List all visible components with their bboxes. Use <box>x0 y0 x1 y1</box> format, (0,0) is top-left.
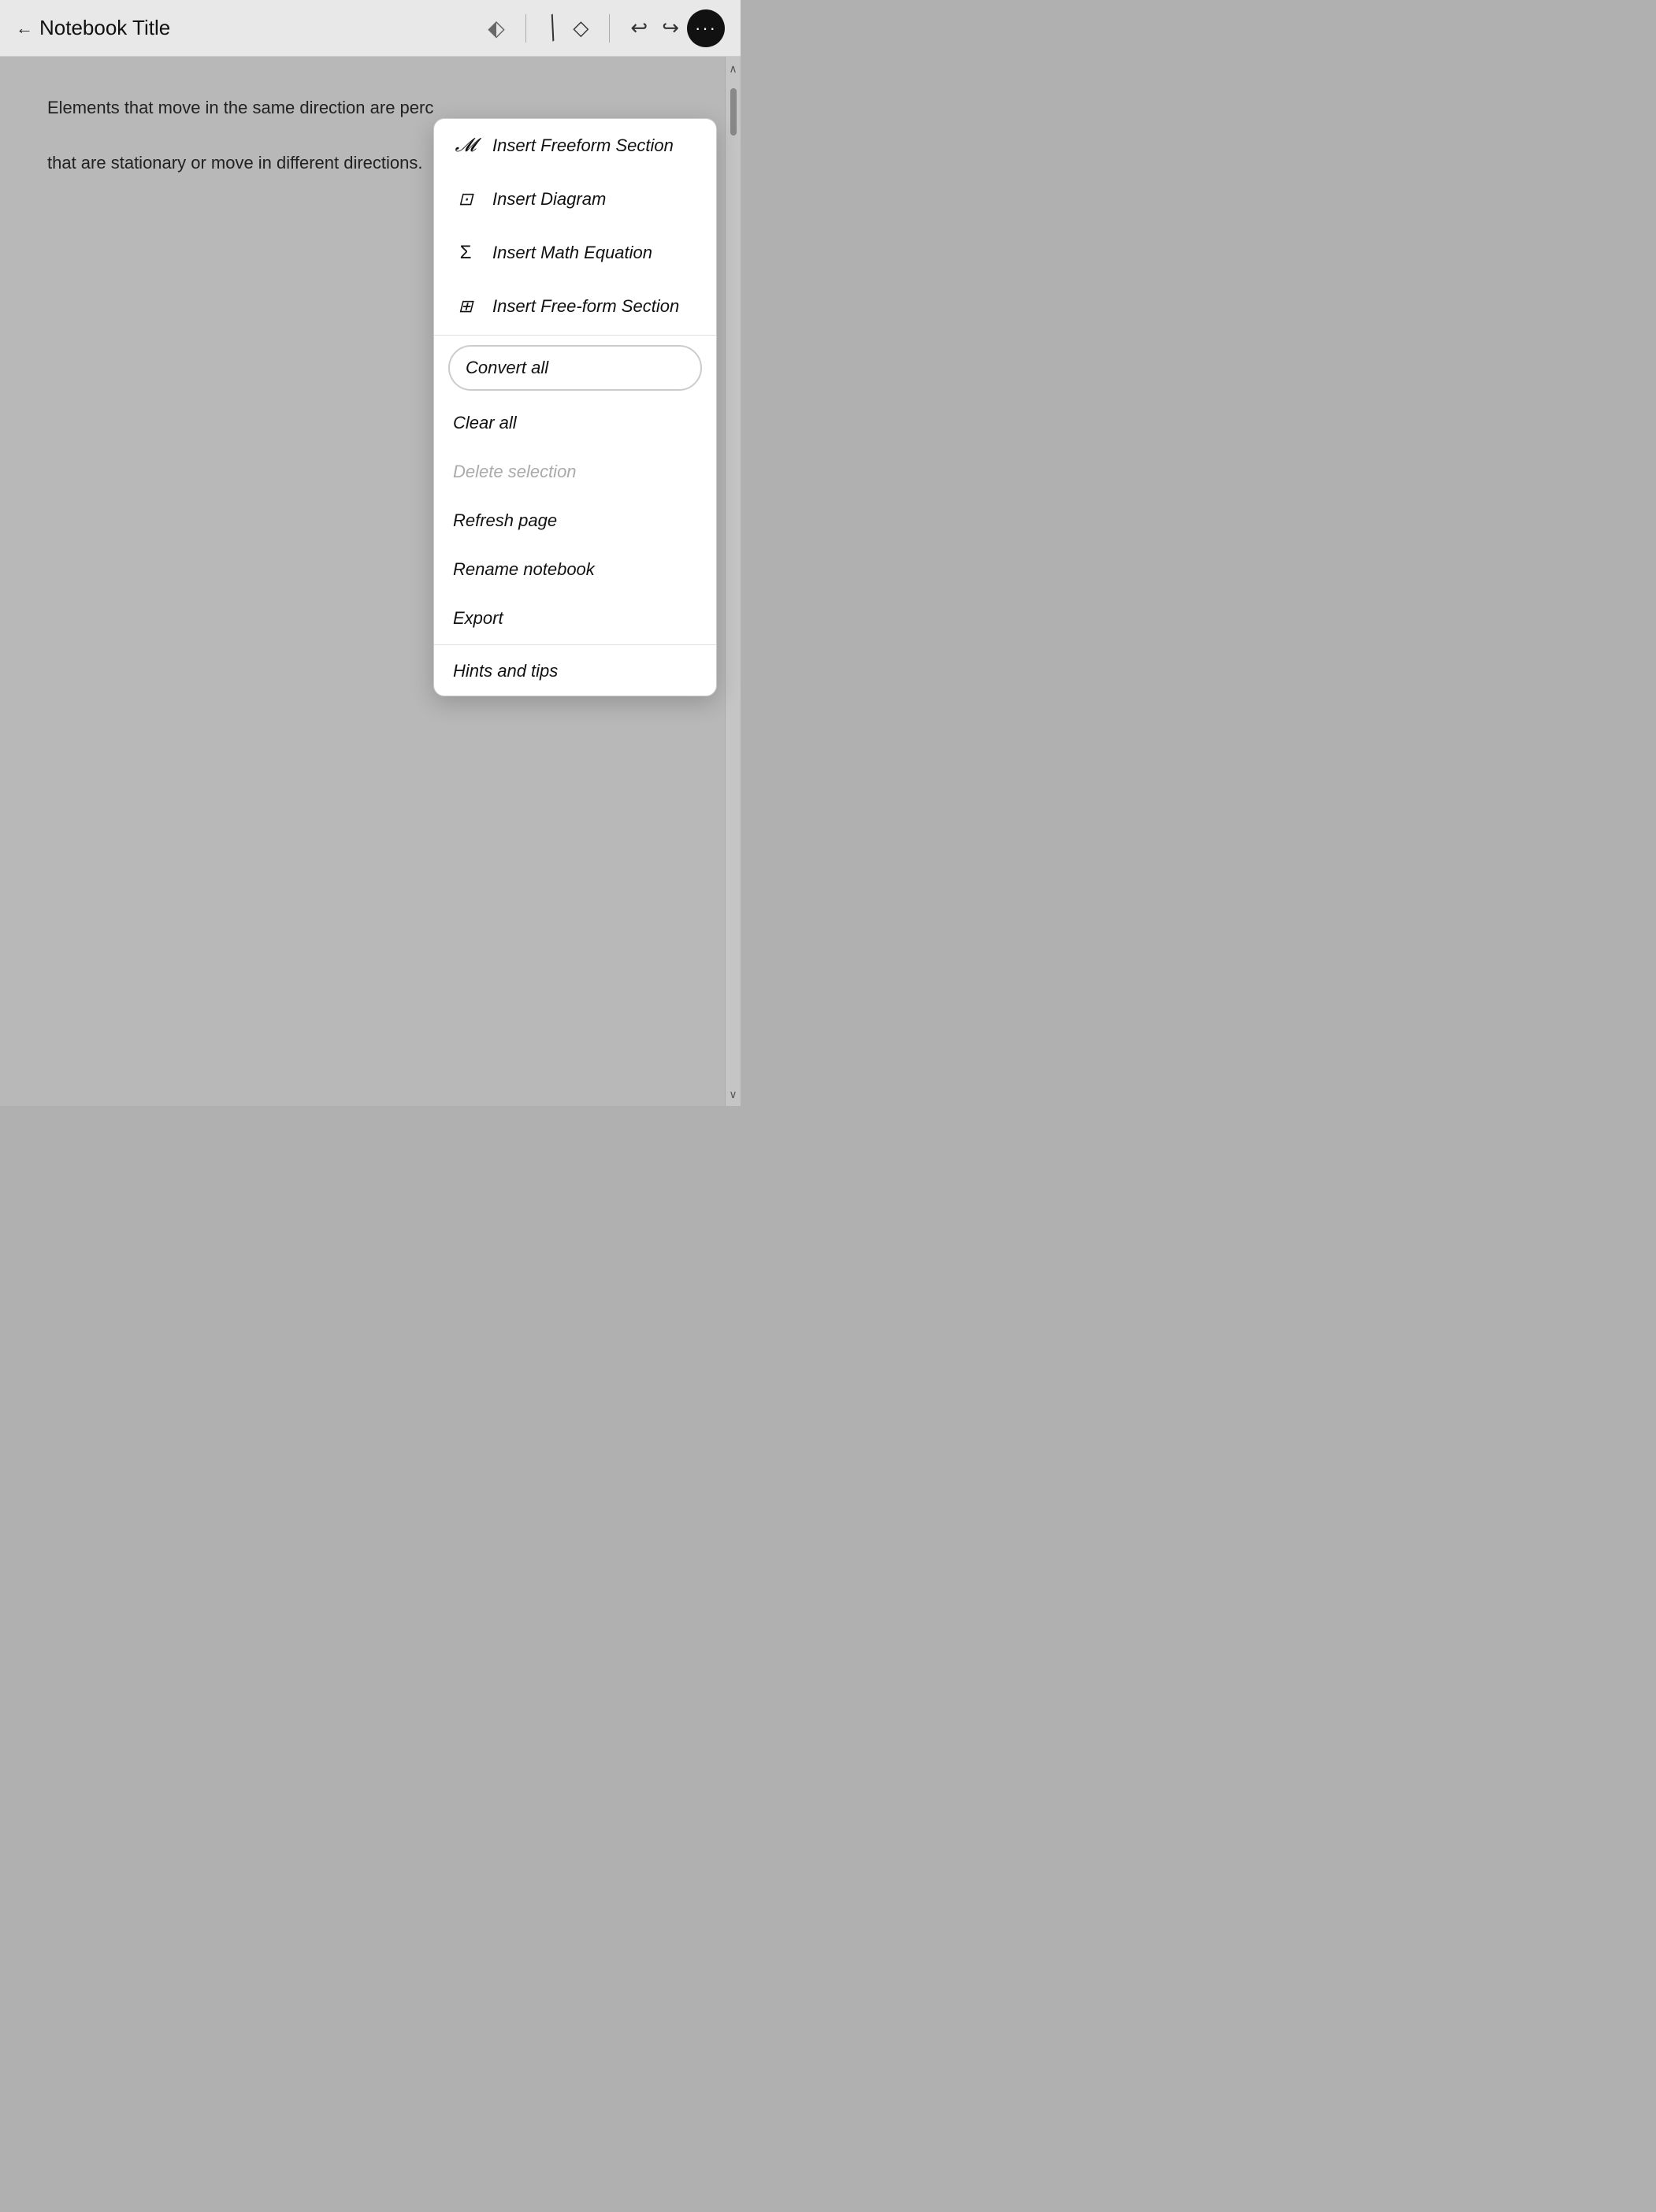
dropdown-menu: 𝓜 Insert Freeform Section ⊡ Insert Diagr… <box>433 118 717 696</box>
menu-item-delete-selection: Delete selection <box>434 447 716 496</box>
toolbar-left: ← Notebook Title <box>16 16 488 40</box>
scrollbar-thumb[interactable] <box>730 88 737 135</box>
scroll-up-icon: ∧ <box>729 62 737 76</box>
diagram-icon: ⊡ <box>453 187 478 212</box>
math-icon: Σ <box>453 240 478 265</box>
clear-all-label: Clear all <box>453 413 517 433</box>
redo-icon[interactable]: ↪ <box>662 16 679 40</box>
insert-diagram-label: Insert Diagram <box>492 189 606 210</box>
toolbar: ← Notebook Title ⬖ ╱ ◇ ↩ ↪ ··· <box>0 0 741 57</box>
rename-notebook-label: Rename notebook <box>453 559 595 580</box>
toolbar-divider-2 <box>609 14 610 43</box>
back-arrow-icon: ← <box>16 18 33 39</box>
more-dots-icon: ··· <box>695 18 717 39</box>
toolbar-divider-1 <box>525 14 526 43</box>
freeform-icon: 𝓜 <box>453 133 478 158</box>
menu-item-insert-freeform[interactable]: 𝓜 Insert Freeform Section <box>434 119 716 173</box>
convert-all-label: Convert all <box>466 358 548 378</box>
export-label: Export <box>453 608 503 629</box>
menu-item-insert-diagram[interactable]: ⊡ Insert Diagram <box>434 173 716 226</box>
insert-freeform-section-label: Insert Free-form Section <box>492 296 679 317</box>
refresh-page-label: Refresh page <box>453 510 557 531</box>
notebook-title: Notebook Title <box>39 16 170 40</box>
menu-divider-1 <box>434 335 716 336</box>
menu-item-convert-all-wrapper: Convert all <box>434 337 716 399</box>
grid-icon: ⊞ <box>453 294 478 319</box>
toolbar-right: ··· <box>687 9 725 47</box>
page-area: Elements that move in the same direction… <box>0 57 741 1106</box>
scrollbar-up[interactable]: ∧ <box>726 57 741 80</box>
menu-item-rename-notebook[interactable]: Rename notebook <box>434 545 716 594</box>
scrollbar-down[interactable]: ∨ <box>726 1082 741 1106</box>
insert-freeform-label: Insert Freeform Section <box>492 135 674 156</box>
scrollbar: ∧ ∨ <box>725 57 741 1106</box>
menu-item-convert-all[interactable]: Convert all <box>448 345 702 391</box>
undo-icon[interactable]: ↩ <box>630 16 648 40</box>
pen-icon[interactable]: ╱ <box>541 14 564 42</box>
more-options-button[interactable]: ··· <box>687 9 725 47</box>
insert-math-label: Insert Math Equation <box>492 243 652 263</box>
toolbar-center: ⬖ ╱ ◇ ↩ ↪ <box>488 14 679 43</box>
menu-item-insert-freeform-section[interactable]: ⊞ Insert Free-form Section <box>434 280 716 333</box>
scroll-down-icon: ∨ <box>729 1088 737 1101</box>
menu-divider-2 <box>434 644 716 645</box>
delete-selection-label: Delete selection <box>453 462 577 482</box>
menu-item-hints-tips[interactable]: Hints and tips <box>434 647 716 696</box>
menu-item-refresh-page[interactable]: Refresh page <box>434 496 716 545</box>
back-button[interactable]: ← Notebook Title <box>16 16 170 40</box>
menu-item-export[interactable]: Export <box>434 594 716 643</box>
menu-item-clear-all[interactable]: Clear all <box>434 399 716 447</box>
menu-item-insert-math[interactable]: Σ Insert Math Equation <box>434 226 716 280</box>
lasso-icon[interactable]: ⬖ <box>488 15 505 41</box>
eraser-icon[interactable]: ◇ <box>573 16 589 40</box>
hints-tips-label: Hints and tips <box>453 661 558 681</box>
